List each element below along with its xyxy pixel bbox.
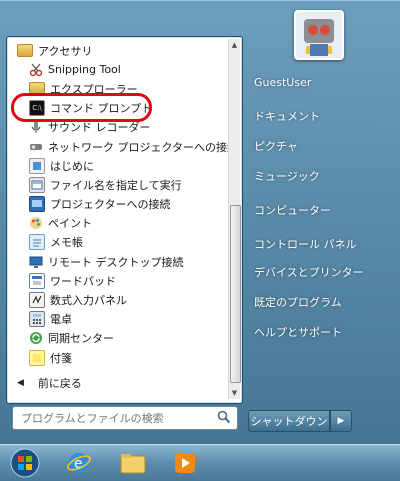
math-panel-icon [29,292,45,309]
program-label: 同期センター [48,332,114,346]
right-item-pictures[interactable]: ピクチャ [254,138,298,154]
windows-logo-icon [10,448,40,478]
program-wordpad[interactable]: ワードパッド [7,271,229,290]
program-math-input-panel[interactable]: 数式入力パネル [7,290,229,309]
folder-icon [17,44,33,58]
search-input[interactable] [19,407,193,429]
right-item-music[interactable]: ミュージック [254,168,320,184]
right-item-devices[interactable]: デバイスとプリンター [254,264,364,280]
right-item-control-panel[interactable]: コントロール パネル [254,236,357,252]
right-item-default-programs[interactable]: 既定のプログラム [254,294,342,310]
program-sticky-notes[interactable]: 付箋 [7,348,229,367]
program-label: 電卓 [50,313,72,327]
wordpad-icon [29,272,45,289]
program-remote-desktop[interactable]: リモート デスクトップ接続 [7,252,229,271]
programs-scrollbar[interactable]: ▲ ▼ [228,39,241,399]
shutdown-button[interactable]: シャットダウン [248,410,330,432]
scroll-up-arrow-icon[interactable]: ▲ [230,40,239,50]
projector-icon [29,140,43,154]
display-icon [29,196,45,213]
right-item-documents[interactable]: ドキュメント [254,108,320,124]
taskbar-media-player[interactable] [164,447,206,479]
program-label: Snipping Tool [48,63,121,77]
program-label: ファイル名を指定して実行 [50,178,182,192]
taskbar-explorer[interactable] [112,447,154,479]
program-label: ペイント [48,217,92,231]
program-label: 数式入力パネル [50,294,127,308]
program-network-projector[interactable]: ネットワーク プロジェクターへの接続 [7,137,229,156]
getting-started-icon [29,157,45,174]
notepad-icon [29,234,45,251]
program-label: ネットワーク プロジェクターへの接続 [48,140,229,154]
program-connect-projector[interactable]: プロジェクターへの接続 [7,195,229,214]
right-item-help[interactable]: ヘルプとサポート [254,324,342,340]
start-button[interactable] [4,447,46,479]
program-sync-center[interactable]: 同期センター [7,329,229,348]
program-label: アクセサリ [38,44,93,58]
program-label: メモ帳 [50,236,83,250]
paint-icon [29,216,43,230]
program-label: 付箋 [50,351,72,365]
run-icon [29,176,45,193]
taskbar-internet-explorer[interactable]: e [58,447,100,479]
calculator-icon [29,311,45,328]
program-snipping-tool[interactable]: Snipping Tool [7,60,229,79]
program-label: プロジェクターへの接続 [50,198,171,212]
search-icon[interactable] [217,410,231,427]
taskbar: e [0,444,400,481]
scrollbar-thumb[interactable] [230,205,241,383]
sticky-note-icon [29,349,45,366]
shutdown-options-arrow-icon[interactable]: ▶ [330,410,352,432]
folder-icon [120,454,146,474]
program-getting-started[interactable]: はじめに [7,156,229,175]
sync-icon [29,331,43,345]
back-label: 前に戻る [37,377,82,390]
back-arrow-icon: ◀ [17,378,24,388]
right-item-user[interactable]: GuestUser [254,76,311,89]
scissors-icon [29,63,43,77]
program-notepad[interactable]: メモ帳 [7,233,229,252]
program-label: ワードパッド [50,274,116,288]
program-label: リモート デスクトップ接続 [48,255,184,269]
microphone-icon [29,120,43,134]
programs-list: アクセサリ Snipping Tool エクスプローラー C:\ コマンド プロ… [7,41,229,367]
internet-explorer-icon: e [67,453,91,473]
program-paint[interactable]: ペイント [7,214,229,233]
remote-desktop-icon [29,255,43,269]
program-calculator[interactable]: 電卓 [7,310,229,329]
user-avatar[interactable] [294,10,344,60]
program-label: はじめに [50,159,94,173]
highlight-annotation [11,93,152,122]
media-player-icon [175,453,195,473]
programs-panel: アクセサリ Snipping Tool エクスプローラー C:\ コマンド プロ… [6,36,243,404]
folder-accessories[interactable]: アクセサリ [7,41,229,60]
right-item-computer[interactable]: コンピューター [254,202,331,218]
search-box[interactable] [12,406,238,430]
back-button[interactable]: ◀ 前に戻る [7,373,239,393]
program-run[interactable]: ファイル名を指定して実行 [7,175,229,194]
